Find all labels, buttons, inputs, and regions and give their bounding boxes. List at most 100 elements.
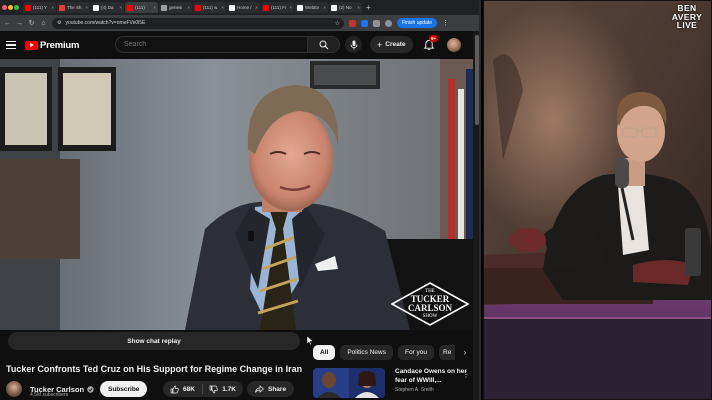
bookmark-star-icon[interactable]: ☆: [335, 20, 344, 27]
browser-tab[interactable]: WebEx ×: [295, 2, 328, 13]
close-tab-icon[interactable]: ×: [85, 5, 88, 10]
video-player[interactable]: THE TUCKER CARLSON SHOW: [0, 59, 473, 330]
search-icon: [319, 40, 328, 49]
tab-title: (111) w: [203, 5, 218, 10]
chevron-right-icon[interactable]: ›: [460, 348, 470, 357]
logo-line: CARLSON: [407, 303, 452, 313]
show-chat-replay-button[interactable]: Show chat replay: [8, 332, 300, 350]
search-box: [115, 36, 340, 53]
chip-truncated[interactable]: Re: [439, 345, 456, 360]
extension-icon[interactable]: [373, 19, 380, 27]
share-label: Share: [268, 385, 287, 393]
site-info-icon[interactable]: ⚙: [57, 20, 61, 26]
tab-title: The Sh: [67, 5, 82, 10]
more-vert-icon[interactable]: ⋮: [462, 370, 470, 379]
url-field[interactable]: ⚙ youtube.com/watch?v=omeFVe0l5E ☆: [52, 17, 344, 29]
chip-for-you[interactable]: For you: [397, 345, 435, 360]
page-scrollbar[interactable]: [473, 31, 479, 400]
like-dislike-group: 68K 1.7K: [163, 381, 243, 397]
tab-title: (111) Fi: [271, 5, 286, 10]
close-window-icon[interactable]: [2, 5, 7, 10]
like-count: 68K: [183, 385, 195, 393]
close-tab-icon[interactable]: ×: [357, 5, 360, 10]
browser-window: (111) Y × The Sh × (4) Da × (111) × genesi × (111…: [0, 0, 481, 400]
show-logo-text: THE TUCKER CARLSON SHOW: [391, 288, 469, 320]
extension-icon[interactable]: [361, 19, 368, 27]
scrollbar-thumb[interactable]: [475, 35, 479, 125]
recommendation-filter-chips: All Politics News For you Re ›: [313, 344, 470, 361]
tab-title: (2) No: [339, 5, 352, 10]
close-tab-icon[interactable]: ×: [119, 5, 122, 10]
forward-arrow-icon[interactable]: →: [16, 20, 23, 27]
browser-tab[interactable]: (111) ×: [125, 2, 158, 13]
chip-politics-news[interactable]: Politics News: [340, 345, 393, 360]
browser-tab[interactable]: (4) Da ×: [91, 2, 124, 13]
thumbnail-image: [313, 368, 385, 398]
recommended-thumbnail[interactable]: [313, 368, 385, 398]
webcam-image: [483, 0, 712, 400]
verified-check-icon: [87, 385, 94, 393]
close-tab-icon[interactable]: ×: [221, 5, 224, 10]
recommended-channel: Stephen A. Smith: [395, 387, 434, 393]
notification-badge: 9+: [429, 35, 439, 42]
share-button[interactable]: Share: [247, 381, 295, 397]
close-tab-icon[interactable]: ×: [289, 5, 292, 10]
ben-avery-live-logo: BEN AVERY LIVE: [668, 4, 706, 30]
recommended-video[interactable]: Candace Owens on her fear of WWIII,... S…: [313, 368, 473, 400]
extension-icon[interactable]: [349, 19, 356, 27]
youtube-play-icon: [25, 40, 38, 50]
channel-avatar[interactable]: [6, 381, 22, 397]
maximize-window-icon[interactable]: [14, 5, 19, 10]
close-tab-icon[interactable]: ×: [153, 5, 156, 10]
browser-tab[interactable]: (111) Fi ×: [261, 2, 294, 13]
create-button[interactable]: + Create: [370, 36, 413, 53]
browser-tab[interactable]: (111) w ×: [193, 2, 226, 13]
close-tab-icon[interactable]: ×: [187, 5, 190, 10]
close-tab-icon[interactable]: ×: [51, 5, 54, 10]
share-arrow-icon: [255, 385, 264, 393]
browser-tab[interactable]: The Sh ×: [57, 2, 90, 13]
voice-search-button[interactable]: [345, 36, 362, 53]
logo-line: SHOW: [422, 314, 438, 319]
tab-title: genesi: [169, 5, 183, 10]
more-vert-icon[interactable]: ⋮: [442, 19, 449, 27]
close-tab-icon[interactable]: ×: [323, 5, 326, 10]
browser-tab[interactable]: Home / ×: [227, 2, 260, 13]
tab-strip: (111) Y × The Sh × (4) Da × (111) × genesi × (111…: [0, 0, 479, 15]
like-button[interactable]: 68K: [163, 381, 202, 397]
search-button[interactable]: [307, 37, 339, 52]
microphone-icon: [350, 40, 357, 49]
screen: (111) Y × The Sh × (4) Da × (111) × genesi × (111…: [0, 0, 712, 400]
tab-favicon-icon: [161, 4, 167, 11]
plus-icon: +: [377, 39, 383, 50]
tab-favicon-icon: [25, 4, 31, 11]
video-title: Tucker Confronts Ted Cruz on His Support…: [6, 364, 303, 374]
tab-favicon-icon: [127, 4, 133, 11]
thumbs-up-icon: [170, 385, 179, 393]
back-arrow-icon[interactable]: ←: [4, 20, 11, 27]
browser-tab[interactable]: genesi ×: [159, 2, 192, 13]
minimize-window-icon[interactable]: [8, 5, 13, 10]
subscribe-button[interactable]: Subscribe: [100, 381, 148, 397]
browser-tab[interactable]: (2) No ×: [329, 2, 362, 13]
plus-icon[interactable]: +: [363, 3, 374, 12]
tab-title: WebEx: [305, 5, 320, 10]
reload-icon[interactable]: ↻: [28, 19, 35, 27]
tab-title: Home /: [237, 5, 252, 10]
account-avatar[interactable]: [447, 38, 461, 52]
profile-icon[interactable]: [385, 19, 392, 27]
tab-favicon-icon: [229, 4, 235, 11]
dislike-button[interactable]: 1.7K: [202, 381, 243, 397]
channel-row: Tucker Carlson 4.5M subscribers Subscrib…: [6, 378, 306, 400]
search-input[interactable]: [116, 37, 307, 52]
close-tab-icon[interactable]: ×: [255, 5, 258, 10]
chip-all[interactable]: All: [313, 345, 336, 360]
home-icon[interactable]: ⌂: [40, 20, 47, 27]
tab-favicon-icon: [297, 4, 303, 11]
browser-tab[interactable]: (111) Y ×: [23, 2, 56, 13]
dislike-count: 1.7K: [222, 385, 236, 393]
thumbs-down-icon: [209, 385, 218, 393]
finish-update-button[interactable]: Finish update: [397, 18, 438, 28]
youtube-logo[interactable]: Premium: [25, 40, 79, 51]
menu-icon[interactable]: [6, 41, 16, 49]
